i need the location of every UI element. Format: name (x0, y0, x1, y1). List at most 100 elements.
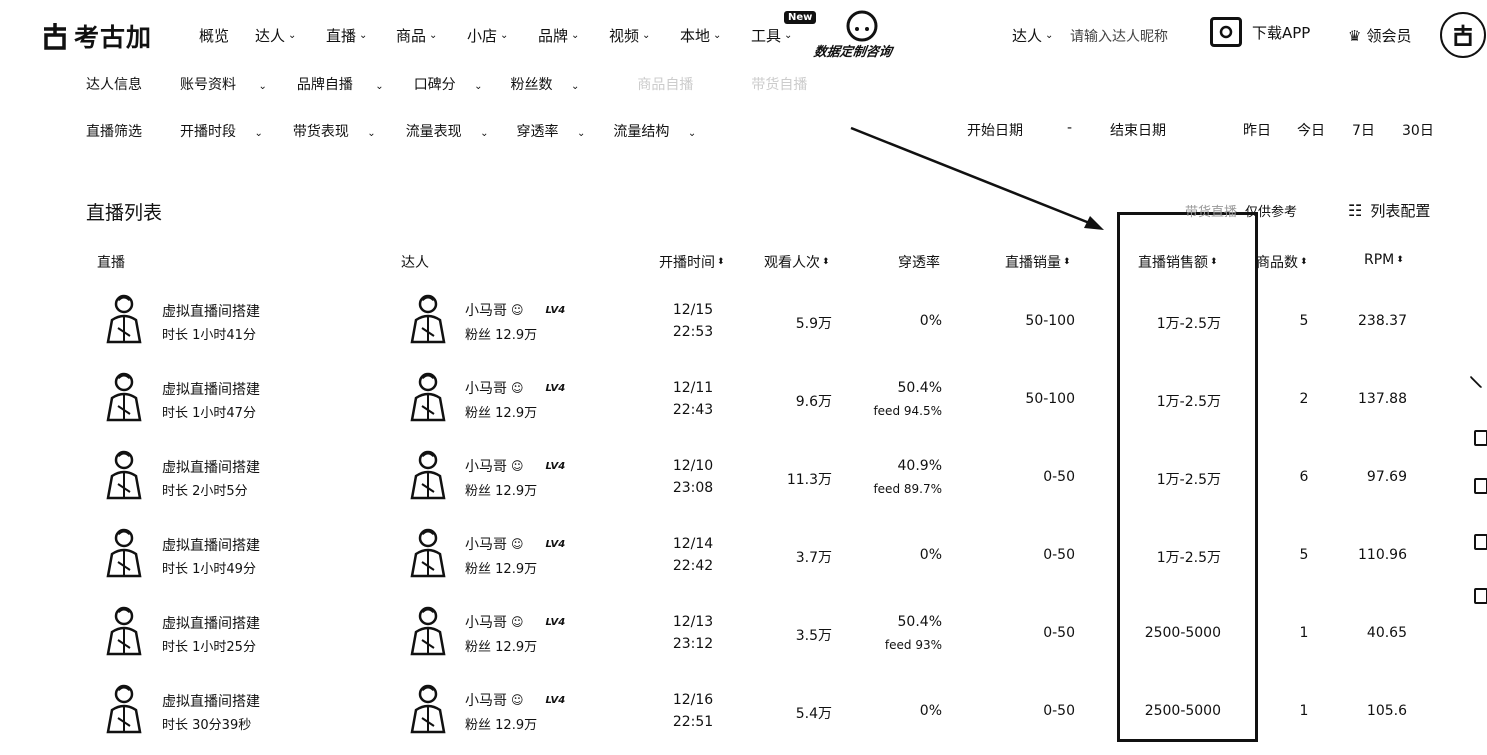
nav-talent[interactable]: 达人 ⌄ (255, 25, 296, 46)
list-config-button[interactable]: ☷ 列表配置 (1348, 200, 1430, 221)
nav-label: 视频 (609, 27, 640, 45)
filter-label: 粉丝数 (510, 77, 553, 93)
filter-penetration-rate[interactable]: 穿透率 ⌄ (517, 121, 586, 141)
search-input[interactable]: 请输入达人昵称 (1070, 26, 1168, 46)
chevron-down-icon: ⌄ (375, 81, 384, 92)
nav-overview[interactable]: 概览 (199, 25, 229, 46)
live-cover-image[interactable] (104, 682, 144, 734)
live-cover-image[interactable] (104, 448, 144, 500)
table-row[interactable]: 虚拟直播间搭建 时长 1小时41分 小马哥 ☺ LV4 粉丝 12.9万 12/15 22:5… (0, 286, 1487, 364)
fans-prefix: 粉丝 (465, 640, 492, 655)
live-title[interactable]: 虚拟直播间搭建 (162, 457, 260, 477)
live-title[interactable]: 虚拟直播间搭建 (162, 613, 260, 633)
table-row[interactable]: 虚拟直播间搭建 时长 1小时25分 小马哥 ☺ LV4 粉丝 12.9万 12/13 23:1… (0, 598, 1487, 676)
quick-date-7d[interactable]: 7日 (1352, 120, 1375, 140)
talent-name-group[interactable]: 小马哥 ☺ LV4 (465, 300, 565, 320)
talent-name-group[interactable]: 小马哥 ☺ LV4 (465, 690, 565, 710)
live-duration: 时长 30分39秒 (162, 718, 252, 733)
sort-icon: ⬍ (1300, 257, 1308, 267)
sort-icon: ⬍ (822, 257, 830, 267)
filter-fans-count[interactable]: 粉丝数 ⌄ (511, 74, 580, 94)
quick-date-yesterday[interactable]: 昨日 (1243, 120, 1271, 140)
start-time: 23:08 (672, 480, 714, 496)
col-header-products[interactable]: 商品数 ⬍ (1256, 252, 1308, 272)
filter-reputation-score[interactable]: 口碑分 ⌄ (414, 74, 483, 94)
talent-name-group[interactable]: 小马哥 ☺ LV4 (465, 456, 565, 476)
sales-amount: 2500-5000 (1144, 625, 1221, 641)
nav-live[interactable]: 直播 ⌄ (326, 25, 367, 46)
nav-products[interactable]: 商品 ⌄ (396, 25, 437, 46)
talent-avatar[interactable] (408, 370, 448, 422)
table-row[interactable]: 虚拟直播间搭建 时长 1小时47分 小马哥 ☺ LV4 粉丝 12.9万 12/11 22:4… (0, 364, 1487, 442)
filter-brand-self-live[interactable]: 品牌自播 ⌄ (297, 74, 384, 94)
product-count: 6 (1299, 469, 1309, 485)
sales-volume: 0-50 (1043, 625, 1075, 641)
filter-goods-live[interactable]: 带货自播 (751, 74, 807, 94)
chevron-down-icon: ⌄ (474, 81, 483, 92)
filter-traffic-structure[interactable]: 流量结构 ⌄ (613, 121, 696, 141)
viewers-count: 3.7万 (795, 550, 832, 566)
talent-avatar[interactable] (408, 604, 448, 656)
talent-avatar[interactable] (408, 526, 448, 578)
filter-product-self-live[interactable]: 商品自播 (637, 74, 693, 94)
search-scope-select[interactable]: 达人 ⌄ (1012, 25, 1053, 46)
table-row[interactable]: 虚拟直播间搭建 时长 2小时5分 小马哥 ☺ LV4 粉丝 12.9万 12/10 23:08… (0, 442, 1487, 520)
live-cover-image[interactable] (104, 370, 144, 422)
sales-volume: 0-50 (1043, 547, 1075, 563)
start-date-input[interactable]: 开始日期 (967, 120, 1023, 140)
col-header-sales-amount[interactable]: 直播销售额 ⬍ (1138, 252, 1218, 272)
filter-label: 品牌自播 (296, 77, 353, 93)
clipboard-icon[interactable] (1474, 478, 1487, 494)
live-title[interactable]: 虚拟直播间搭建 (162, 691, 260, 711)
live-title[interactable]: 虚拟直播间搭建 (162, 301, 260, 321)
sales-volume: 0-50 (1043, 469, 1075, 485)
filter-live-period[interactable]: 开播时段 ⌄ (180, 121, 263, 141)
live-title[interactable]: 虚拟直播间搭建 (162, 379, 260, 399)
document-icon[interactable] (1474, 430, 1487, 446)
grid-icon[interactable] (1474, 588, 1487, 604)
talent-name-group[interactable]: 小马哥 ☺ LV4 (465, 534, 565, 554)
talent-fans: 粉丝 12.9万 (465, 402, 537, 421)
fans-count: 12.9万 (495, 484, 538, 499)
talent-avatar[interactable] (408, 448, 448, 500)
quick-date-30d[interactable]: 30日 (1402, 120, 1434, 140)
col-header-viewers[interactable]: 观看人次 ⬍ (764, 252, 830, 272)
table-row[interactable]: 虚拟直播间搭建 时长 1小时49分 小马哥 ☺ LV4 粉丝 12.9万 12/14 22:4… (0, 520, 1487, 598)
end-date-input[interactable]: 结束日期 (1110, 120, 1166, 140)
download-app-button[interactable]: 下载APP (1210, 17, 1310, 47)
user-avatar[interactable] (1440, 12, 1486, 58)
col-header-sales-volume[interactable]: 直播销量 ⬍ (1005, 252, 1071, 272)
nav-tools[interactable]: 工具 ⌄ (751, 25, 792, 46)
data-consulting-banner[interactable]: 数据定制咨询 (812, 9, 912, 61)
nav-shop[interactable]: 小店 ⌄ (467, 25, 508, 46)
talent-fans: 粉丝 12.9万 (465, 636, 537, 655)
live-cover-image[interactable] (104, 526, 144, 578)
talent-avatar[interactable] (408, 682, 448, 734)
start-time: 22:43 (672, 402, 714, 418)
table-row[interactable]: 虚拟直播间搭建 时长 30分39秒 小马哥 ☺ LV4 粉丝 12.9万 12/16 22:5… (0, 676, 1487, 754)
feed-rate: feed 89.7% (873, 482, 942, 496)
nav-video[interactable]: 视频 ⌄ (609, 25, 650, 46)
talent-avatar[interactable] (408, 292, 448, 344)
col-header-start-time[interactable]: 开播时间 ⬍ (659, 252, 725, 272)
nav-brand[interactable]: 品牌 ⌄ (538, 25, 579, 46)
chevron-down-icon: ⌄ (642, 30, 651, 41)
nav-label: 小店 (467, 27, 498, 45)
brand-logo[interactable]: 考古加 (40, 18, 152, 54)
get-membership-button[interactable]: ♛ 领会员 (1348, 25, 1411, 46)
quick-date-today[interactable]: 今日 (1297, 120, 1325, 140)
talent-name-group[interactable]: 小马哥 ☺ LV4 (465, 378, 565, 398)
nav-local[interactable]: 本地 ⌄ (680, 25, 721, 46)
col-header-rpm[interactable]: RPM ⬍ (1364, 252, 1404, 268)
chevron-down-icon: ⌄ (367, 128, 376, 139)
filter-account-profile[interactable]: 账号资料 ⌄ (180, 74, 267, 94)
live-cover-image[interactable] (104, 604, 144, 656)
top-navigation: 考古加 概览 达人 ⌄ 直播 ⌄ 商品 ⌄ 小店 ⌄ 品牌 ⌄ 视频 ⌄ 本地 ⌄ 工具 ⌄ N… (0, 0, 1487, 72)
screen-icon[interactable] (1474, 534, 1487, 550)
live-title[interactable]: 虚拟直播间搭建 (162, 535, 260, 555)
live-cover-image[interactable] (104, 292, 144, 344)
filter-traffic-performance[interactable]: 流量表现 ⌄ (406, 121, 489, 141)
start-date: 12/10 (672, 458, 714, 474)
filter-sales-performance[interactable]: 带货表现 ⌄ (293, 121, 376, 141)
talent-name-group[interactable]: 小马哥 ☺ LV4 (465, 612, 565, 632)
